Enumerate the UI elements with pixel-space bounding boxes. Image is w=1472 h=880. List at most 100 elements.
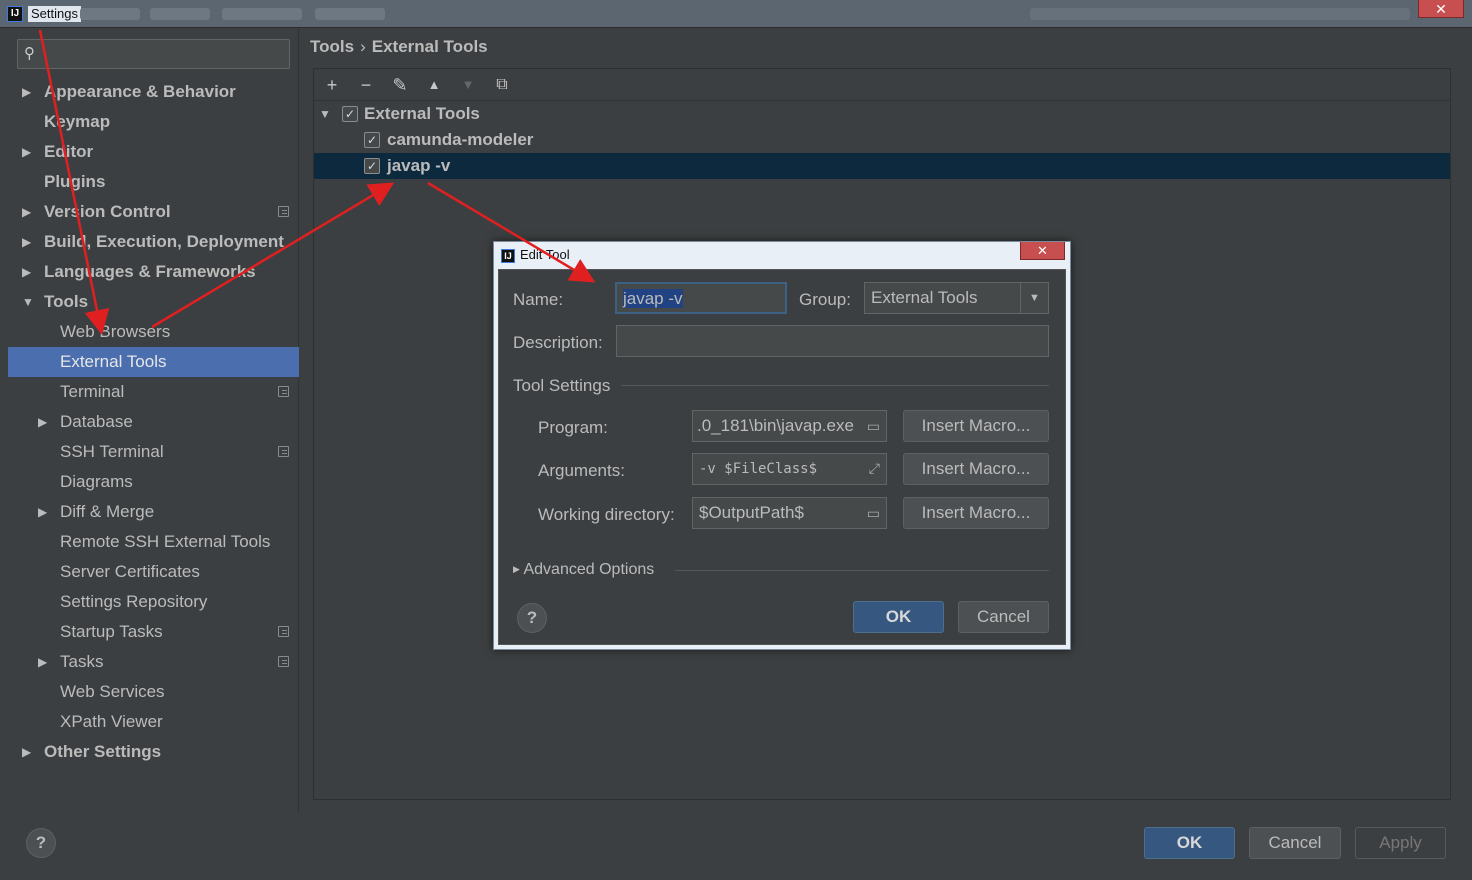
- sidebar-item-label: Diagrams: [60, 472, 133, 491]
- expand-arrow-icon: ▶: [38, 505, 48, 519]
- window-close-button[interactable]: ✕: [1418, 0, 1464, 18]
- cancel-button[interactable]: Cancel: [1249, 827, 1341, 859]
- sidebar-item-keymap[interactable]: Keymap: [8, 107, 299, 137]
- sidebar-item-settings-repository[interactable]: Settings Repository: [8, 587, 299, 617]
- settings-search-input[interactable]: ⚲: [17, 39, 290, 69]
- project-settings-icon: [278, 656, 289, 667]
- sidebar-item-version-control[interactable]: ▶ Version Control: [8, 197, 299, 227]
- help-button[interactable]: ?: [26, 828, 56, 858]
- arguments-field-value: -v $FileClass$: [699, 461, 818, 477]
- ok-button[interactable]: OK: [1144, 827, 1235, 859]
- chevron-down-icon: ▼: [1020, 283, 1048, 313]
- working-directory-value: $OutputPath$: [699, 503, 804, 522]
- help-button[interactable]: ?: [517, 603, 547, 633]
- copy-icon[interactable]: ⧉: [490, 73, 514, 97]
- collapse-arrow-icon: ▼: [319, 107, 331, 121]
- group-select-value: External Tools: [871, 288, 978, 307]
- tools-toolbar: + − ✎ ▲ ▼ ⧉: [314, 69, 1450, 101]
- group-checkbox[interactable]: ✓: [342, 106, 358, 122]
- sidebar-item-label: Diff & Merge: [60, 502, 155, 521]
- dialog-cancel-button[interactable]: Cancel: [958, 601, 1049, 633]
- tool-checkbox[interactable]: ✓: [364, 158, 380, 174]
- sidebar-item-server-certificates[interactable]: Server Certificates: [8, 557, 299, 587]
- tool-settings-heading: Tool Settings: [513, 376, 611, 395]
- advanced-options-label: Advanced Options: [523, 561, 655, 578]
- sidebar-item-appearance[interactable]: ▶ Appearance & Behavior: [8, 77, 299, 107]
- sidebar-item-label: Version Control: [44, 202, 171, 221]
- tool-row-selected[interactable]: ✓ javap -v: [314, 153, 1450, 179]
- settings-footer: ? OK Cancel Apply: [0, 813, 1472, 880]
- name-label: Name:: [513, 290, 564, 309]
- program-label: Program:: [538, 418, 608, 437]
- breadcrumb-current: External Tools: [371, 37, 488, 56]
- sidebar-item-remote-ssh[interactable]: Remote SSH External Tools: [8, 527, 299, 557]
- sidebar-item-label: Web Services: [60, 682, 165, 701]
- advanced-options-toggle[interactable]: ▶ Advanced Options: [513, 561, 654, 579]
- project-settings-icon: [278, 206, 289, 217]
- sidebar-item-other-settings[interactable]: ▶ Other Settings: [8, 737, 299, 767]
- tools-group-row[interactable]: ▼ ✓ External Tools: [314, 101, 1450, 127]
- sidebar-item-terminal[interactable]: Terminal: [8, 377, 299, 407]
- breadcrumb: Tools › External Tools: [310, 37, 488, 57]
- expand-icon[interactable]: ⤢: [869, 454, 880, 484]
- expand-arrow-icon: ▶: [38, 655, 48, 669]
- sidebar-item-label: Plugins: [44, 172, 106, 191]
- window-title: Settings: [28, 6, 81, 22]
- sidebar-item-diagrams[interactable]: Diagrams: [8, 467, 299, 497]
- move-down-icon[interactable]: ▼: [456, 73, 480, 97]
- insert-macro-program-button[interactable]: Insert Macro...: [903, 410, 1049, 442]
- name-field[interactable]: javap -v: [615, 282, 787, 314]
- working-directory-field[interactable]: $OutputPath$ ▭: [692, 497, 887, 529]
- breadcrumb-parent[interactable]: Tools: [310, 37, 354, 56]
- sidebar-item-label: Terminal: [60, 382, 125, 401]
- insert-macro-arguments-button[interactable]: Insert Macro...: [903, 453, 1049, 485]
- sidebar-item-label: SSH Terminal: [60, 442, 164, 461]
- sidebar-item-database[interactable]: ▶ Database: [8, 407, 299, 437]
- remove-icon[interactable]: −: [354, 73, 378, 97]
- sidebar-item-xpath-viewer[interactable]: XPath Viewer: [8, 707, 299, 737]
- expand-arrow-icon: ▶: [22, 205, 32, 219]
- move-up-icon[interactable]: ▲: [422, 73, 446, 97]
- sidebar-item-languages[interactable]: ▶ Languages & Frameworks: [8, 257, 299, 287]
- sidebar-item-label: Startup Tasks: [60, 622, 163, 641]
- group-select[interactable]: External Tools ▼: [864, 282, 1049, 314]
- sidebar-item-external-tools[interactable]: External Tools: [8, 347, 299, 377]
- add-icon[interactable]: +: [320, 73, 344, 97]
- breadcrumb-separator: ›: [360, 37, 366, 56]
- sidebar-item-label: Appearance & Behavior: [44, 82, 236, 101]
- arguments-field[interactable]: -v $FileClass$ ⤢: [692, 453, 887, 485]
- sidebar-item-editor[interactable]: ▶ Editor: [8, 137, 299, 167]
- settings-sidebar: ⚲ ▶ Appearance & Behavior Keymap ▶ Edito…: [8, 29, 299, 813]
- blurred-tab: [80, 8, 140, 20]
- sidebar-item-web-browsers[interactable]: Web Browsers: [8, 317, 299, 347]
- sidebar-item-startup-tasks[interactable]: Startup Tasks: [8, 617, 299, 647]
- section-divider: [621, 385, 1049, 386]
- apply-button[interactable]: Apply: [1355, 827, 1446, 859]
- program-field-value: .0_181\bin\javap.exe: [697, 416, 854, 435]
- sidebar-item-diff-merge[interactable]: ▶ Diff & Merge: [8, 497, 299, 527]
- sidebar-item-tasks[interactable]: ▶ Tasks: [8, 647, 299, 677]
- project-settings-icon: [278, 446, 289, 457]
- folder-icon[interactable]: ▭: [866, 411, 880, 441]
- tool-checkbox[interactable]: ✓: [364, 132, 380, 148]
- dialog-close-button[interactable]: ✕: [1020, 242, 1065, 260]
- sidebar-item-web-services[interactable]: Web Services: [8, 677, 299, 707]
- folder-icon[interactable]: ▭: [867, 498, 880, 528]
- sidebar-item-ssh-terminal[interactable]: SSH Terminal: [8, 437, 299, 467]
- dialog-title: Edit Tool: [520, 247, 570, 262]
- sidebar-item-label: External Tools: [60, 352, 167, 371]
- sidebar-item-build[interactable]: ▶ Build, Execution, Deployment: [8, 227, 299, 257]
- tool-label: camunda-modeler: [387, 130, 534, 149]
- edit-icon[interactable]: ✎: [388, 73, 412, 97]
- tools-group-label: External Tools: [364, 104, 480, 123]
- dialog-ok-button[interactable]: OK: [853, 601, 944, 633]
- description-field[interactable]: [616, 325, 1049, 357]
- tool-row[interactable]: ✓ camunda-modeler: [314, 127, 1450, 153]
- working-directory-label: Working directory:: [538, 505, 675, 524]
- blurred-tab: [222, 8, 302, 20]
- program-field[interactable]: .0_181\bin\javap.exe ▭: [692, 410, 887, 442]
- insert-macro-workdir-button[interactable]: Insert Macro...: [903, 497, 1049, 529]
- section-divider: [675, 570, 1049, 571]
- sidebar-item-tools[interactable]: ▼ Tools: [8, 287, 299, 317]
- sidebar-item-plugins[interactable]: Plugins: [8, 167, 299, 197]
